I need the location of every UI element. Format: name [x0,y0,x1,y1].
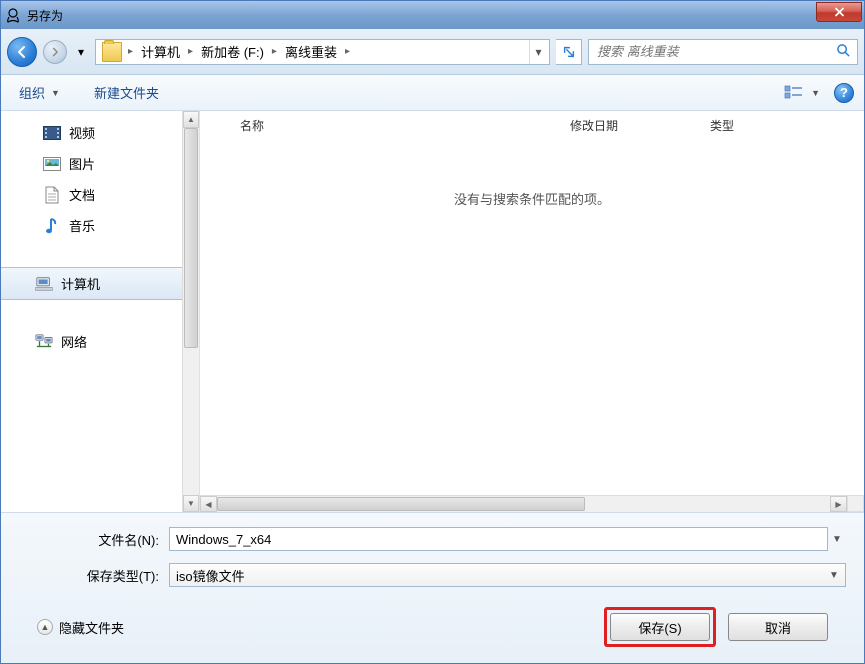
save-form: 文件名(N): ▼ 保存类型(T): iso镜像文件 ▼ ▲ 隐藏文件夹 保存(… [1,512,864,663]
close-button[interactable] [816,2,862,22]
sidebar-label: 视频 [69,123,95,142]
sidebar-item-pictures[interactable]: 图片 [1,148,199,179]
search-input[interactable] [595,43,836,60]
column-header-type[interactable]: 类型 [700,111,760,140]
column-header-name[interactable]: 名称 [230,111,560,140]
music-icon [43,217,61,235]
sidebar-item-documents[interactable]: 文档 [1,179,199,210]
file-list-area: 名称 修改日期 类型 没有与搜索条件匹配的项。 ◀ ▶ [199,111,864,512]
sidebar-item-music[interactable]: 音乐 [1,210,199,241]
breadcrumb-seg-folder[interactable]: 离线重装 [279,40,343,64]
history-dropdown[interactable]: ▾ [73,42,89,62]
empty-message: 没有与搜索条件匹配的项。 [200,139,864,258]
filetype-select[interactable]: iso镜像文件 ▼ [169,563,846,587]
refresh-button[interactable] [556,39,582,65]
network-icon [35,333,53,351]
column-headers: 名称 修改日期 类型 [200,111,864,139]
breadcrumb-arrow-icon[interactable]: ▸ [270,46,279,57]
view-options-button[interactable]: ▼ [784,85,820,101]
window-title: 另存为 [27,7,63,24]
titlebar: 另存为 [1,1,864,29]
scroll-down-button[interactable]: ▼ [183,495,199,512]
chevron-down-icon: ▼ [811,88,820,98]
main-area: 视频 图片 文档 音乐 计算机 网络 [1,111,864,512]
chevron-down-icon: ▼ [51,88,60,98]
chevron-down-icon: ▼ [825,570,843,581]
horizontal-scrollbar[interactable]: ◀ ▶ [200,495,847,512]
breadcrumb-arrow-icon[interactable]: ▸ [126,46,135,57]
collapse-icon: ▲ [37,619,53,635]
scroll-left-button[interactable]: ◀ [200,496,217,512]
sidebar-item-network[interactable]: 网络 [1,326,199,357]
new-folder-button[interactable]: 新建文件夹 [86,79,167,106]
scroll-right-button[interactable]: ▶ [830,496,847,512]
nav-tree: 视频 图片 文档 音乐 计算机 网络 [1,111,199,512]
scroll-thumb[interactable] [217,497,585,511]
breadcrumb-arrow-icon[interactable]: ▸ [186,46,195,57]
sidebar-label: 文档 [69,185,95,204]
app-icon [5,7,21,23]
organize-button[interactable]: 组织 ▼ [11,79,68,106]
sidebar-label: 音乐 [69,216,95,235]
address-bar[interactable]: ▸ 计算机 ▸ 新加卷 (F:) ▸ 离线重装 ▸ ▾ [95,39,550,65]
list-view-icon [784,85,806,101]
filename-label: 文件名(N): [19,530,169,549]
sidebar-item-computer[interactable]: 计算机 [1,267,199,300]
save-button[interactable]: 保存(S) [610,613,710,641]
scroll-corner [847,495,864,512]
back-button[interactable] [7,37,37,67]
pictures-icon [43,155,61,173]
video-icon [43,124,61,142]
address-dropdown[interactable]: ▾ [529,40,547,64]
filetype-value: iso镜像文件 [176,566,825,585]
save-as-dialog: 另存为 ▾ ▸ 计算机 ▸ 新加卷 (F:) ▸ 离线重装 ▸ ▾ [0,0,865,664]
scroll-thumb[interactable] [184,128,198,348]
save-button-highlight: 保存(S) [604,607,716,647]
forward-button[interactable] [43,40,67,64]
new-folder-label: 新建文件夹 [94,83,159,102]
hide-folders-label: 隐藏文件夹 [59,618,124,637]
sidebar-scrollbar[interactable]: ▲ ▼ [182,111,199,512]
sidebar-item-video[interactable]: 视频 [1,117,199,148]
sidebar-label: 计算机 [61,274,100,293]
navigation-bar: ▾ ▸ 计算机 ▸ 新加卷 (F:) ▸ 离线重装 ▸ ▾ [1,29,864,75]
breadcrumb: 计算机 ▸ 新加卷 (F:) ▸ 离线重装 ▸ [135,40,529,64]
organize-label: 组织 [19,83,45,102]
computer-icon [35,275,53,293]
scroll-up-button[interactable]: ▲ [183,111,199,128]
breadcrumb-seg-drive[interactable]: 新加卷 (F:) [195,40,270,64]
search-box[interactable] [588,39,858,65]
filename-input[interactable] [169,527,828,551]
breadcrumb-arrow-icon[interactable]: ▸ [343,46,352,57]
hide-folders-toggle[interactable]: ▲ 隐藏文件夹 [37,618,124,637]
folder-icon [102,42,122,62]
breadcrumb-seg-computer[interactable]: 计算机 [135,40,186,64]
search-icon[interactable] [836,43,851,61]
filename-dropdown[interactable]: ▼ [828,534,846,545]
command-bar: 组织 ▼ 新建文件夹 ▼ ? [1,75,864,111]
sidebar-label: 网络 [61,332,87,351]
cancel-button[interactable]: 取消 [728,613,828,641]
help-button[interactable]: ? [834,83,854,103]
documents-icon [43,186,61,204]
filetype-label: 保存类型(T): [19,566,169,585]
column-header-date[interactable]: 修改日期 [560,111,700,140]
sidebar-label: 图片 [69,154,95,173]
